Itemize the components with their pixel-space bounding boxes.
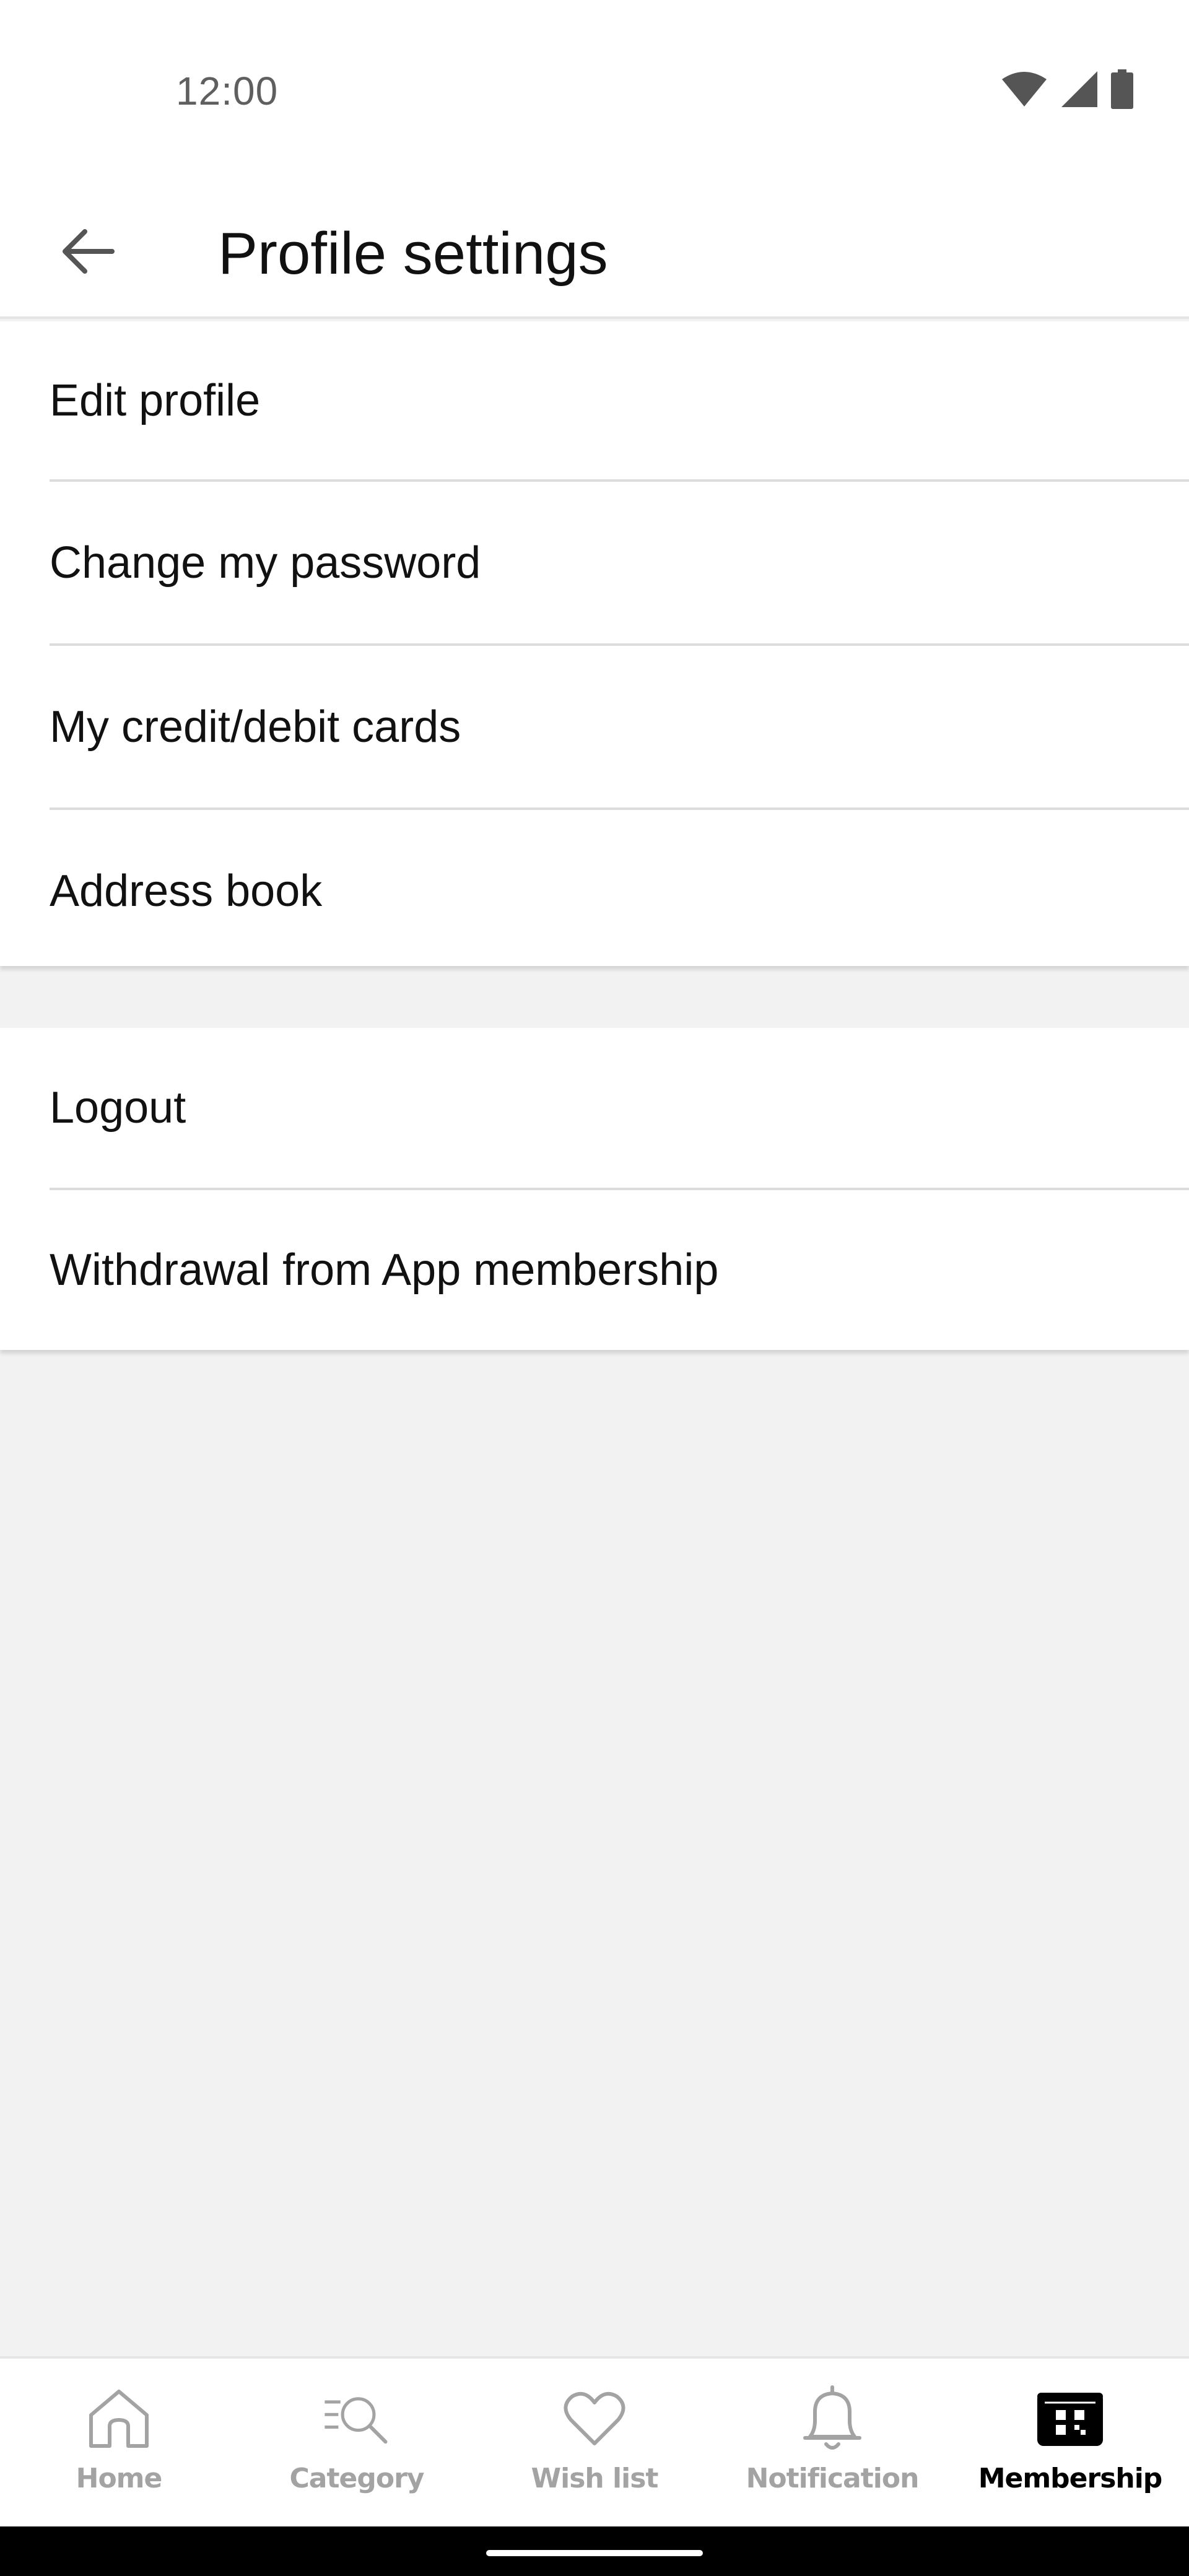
nav-item-notification[interactable]: Notification — [713, 2359, 951, 2526]
address-book-item[interactable]: Address book — [0, 810, 1189, 972]
nav-label: Notification — [746, 2463, 920, 2494]
nav-item-category[interactable]: Category — [238, 2359, 476, 2526]
settings-item-label: Address book — [50, 866, 323, 916]
heart-icon — [560, 2385, 629, 2453]
settings-item-label: Withdrawal from App membership — [50, 1245, 719, 1295]
nav-label: Membership — [978, 2463, 1163, 2494]
logout-item[interactable]: Logout — [0, 1028, 1189, 1188]
membership-card-icon — [1036, 2385, 1104, 2453]
nav-label: Home — [76, 2463, 163, 2494]
app-bar: Profile settings — [0, 186, 1189, 319]
battery-icon — [1111, 69, 1133, 109]
back-button[interactable] — [43, 209, 130, 296]
withdraw-membership-item[interactable]: Withdrawal from App membership — [0, 1190, 1189, 1350]
settings-group-session: Logout Withdrawal from App membership — [0, 1028, 1189, 1350]
nav-item-membership[interactable]: Membership — [951, 2359, 1189, 2526]
nav-label: Category — [289, 2463, 425, 2494]
settings-item-label: Edit profile — [50, 375, 261, 425]
settings-item-label: Logout — [50, 1083, 186, 1133]
edit-profile-item[interactable]: Edit profile — [0, 321, 1189, 479]
wifi-icon — [1001, 71, 1048, 108]
bell-icon — [798, 2385, 866, 2453]
status-time: 12:00 — [176, 69, 279, 113]
page-title: Profile settings — [218, 220, 608, 287]
nav-label: Wish list — [531, 2463, 659, 2494]
settings-item-label: Change my password — [50, 537, 481, 588]
home-indicator[interactable] — [486, 2550, 703, 2556]
bottom-nav: Home Category Wish list Notification Mem… — [0, 2356, 1189, 2526]
nav-item-wish-list[interactable]: Wish list — [476, 2359, 713, 2526]
settings-group-account: Edit profile Change my password My credi… — [0, 321, 1189, 966]
nav-item-home[interactable]: Home — [0, 2359, 238, 2526]
category-search-icon — [323, 2385, 391, 2453]
status-icons — [1001, 69, 1133, 109]
cellular-signal-icon — [1060, 70, 1099, 108]
settings-item-label: My credit/debit cards — [50, 702, 461, 752]
arrow-back-icon — [59, 227, 115, 279]
change-password-item[interactable]: Change my password — [0, 482, 1189, 643]
credit-debit-cards-item[interactable]: My credit/debit cards — [0, 646, 1189, 807]
home-icon — [85, 2385, 153, 2453]
status-bar: 12:00 — [0, 0, 1189, 186]
system-nav-bar — [0, 2526, 1189, 2576]
screen: 12:00 Profile settings Edit profile Chan… — [0, 0, 1189, 2576]
